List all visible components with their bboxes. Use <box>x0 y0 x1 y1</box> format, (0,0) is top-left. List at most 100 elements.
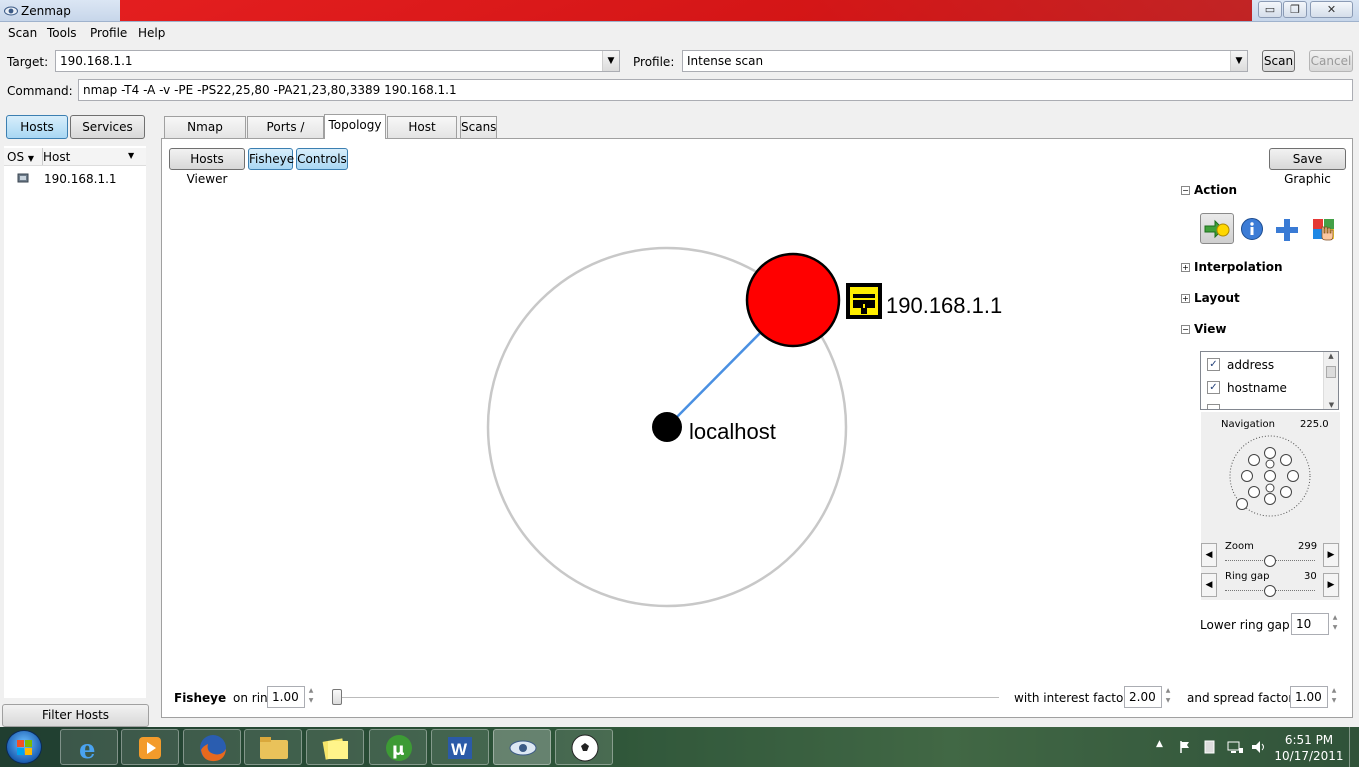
zoom-decrease-button[interactable]: ◀ <box>1201 543 1217 567</box>
action-expander[interactable]: − Action <box>1181 183 1237 197</box>
spin-arrows-icon[interactable]: ▲ ▼ <box>1330 613 1340 635</box>
view-options-list: ✓ address ✓ hostname ▲ ▼ <box>1200 351 1339 410</box>
fisheye-slider-handle[interactable] <box>332 689 342 705</box>
hosts-viewer-button[interactable]: Hosts Viewer <box>169 148 245 186</box>
info-icon[interactable] <box>1240 217 1264 241</box>
firefox-taskbar-button[interactable] <box>183 729 241 765</box>
nav-down-icon[interactable] <box>1264 493 1276 505</box>
cancel-button[interactable]: Cancel <box>1309 50 1353 72</box>
fisheye-slider-track[interactable] <box>336 697 999 698</box>
command-input[interactable]: nmap -T4 -A -v -PE -PS22,25,80 -PA21,23,… <box>78 79 1353 101</box>
menu-profile[interactable]: Profile <box>90 26 127 40</box>
nav-inner-up-icon[interactable] <box>1265 459 1275 469</box>
add-icon[interactable] <box>1274 217 1300 243</box>
nav-left-icon[interactable] <box>1241 470 1253 482</box>
ring-gap-slider-handle[interactable] <box>1264 585 1276 597</box>
hostname-option-label: hostname <box>1227 381 1287 395</box>
explorer-taskbar-button[interactable] <box>244 729 302 765</box>
nav-center-icon[interactable] <box>1264 470 1276 482</box>
media-player-taskbar-button[interactable] <box>121 729 179 765</box>
zoom-slider-handle[interactable] <box>1264 555 1276 567</box>
clock-time[interactable]: 6:51 PM <box>1274 733 1344 747</box>
maximize-button[interactable]: ❐ <box>1283 1 1307 18</box>
tab-scans[interactable]: Scans <box>460 116 497 138</box>
network-icon[interactable] <box>1226 739 1244 755</box>
utorrent-taskbar-button[interactable]: µ <box>369 729 427 765</box>
services-button[interactable]: Services <box>70 115 145 139</box>
scroll-up-icon[interactable]: ▲ <box>1324 352 1338 360</box>
profile-combo[interactable]: Intense scan ▼ <box>682 50 1248 72</box>
nav-up-left-icon[interactable] <box>1248 454 1260 466</box>
zenmap-taskbar-button[interactable] <box>493 729 551 765</box>
controls-button[interactable]: Controls <box>296 148 348 170</box>
volume-icon[interactable] <box>1250 739 1268 755</box>
column-os[interactable]: OS ▼ <box>7 150 34 164</box>
fisheye-button[interactable]: Fisheye <box>248 148 294 170</box>
view-expander[interactable]: − View <box>1181 322 1226 336</box>
hand-drag-icon[interactable] <box>1312 217 1336 241</box>
device-icon[interactable] <box>1202 739 1218 755</box>
sticky-notes-taskbar-button[interactable] <box>306 729 364 765</box>
minimize-button[interactable]: ▭ <box>1258 1 1282 18</box>
change-focus-button[interactable] <box>1200 213 1234 244</box>
chevron-down-icon[interactable]: ▼ <box>128 151 134 160</box>
tab-host-details[interactable]: Host Details <box>387 116 457 155</box>
filter-hosts-button[interactable]: Filter Hosts <box>2 704 149 727</box>
nav-inner-down-icon[interactable] <box>1265 483 1275 493</box>
hostname-checkbox[interactable]: ✓ <box>1207 381 1220 394</box>
spread-factor-input[interactable]: 1.00 <box>1290 686 1328 708</box>
action-center-flag-icon[interactable] <box>1178 740 1192 754</box>
chevron-down-icon[interactable]: ▼ <box>1230 51 1247 71</box>
show-desktop-button[interactable] <box>1349 727 1359 767</box>
tab-topology[interactable]: Topology <box>324 114 386 139</box>
menu-tools[interactable]: Tools <box>47 26 77 40</box>
nav-right-icon[interactable] <box>1287 470 1299 482</box>
interpolation-expander[interactable]: + Interpolation <box>1181 260 1282 274</box>
show-hidden-icons-icon[interactable]: ▲ <box>1156 739 1163 749</box>
close-button[interactable]: ✕ <box>1310 1 1353 18</box>
scroll-down-icon[interactable]: ▼ <box>1324 401 1338 409</box>
column-host[interactable]: Host <box>43 150 70 164</box>
layout-expander[interactable]: + Layout <box>1181 291 1240 305</box>
windows-logo-icon <box>17 740 32 755</box>
clock-date[interactable]: 10/17/2011 <box>1274 749 1344 763</box>
zoom-increase-button[interactable]: ▶ <box>1323 543 1339 567</box>
address-checkbox[interactable]: ✓ <box>1207 358 1220 371</box>
nav-angle-handle[interactable] <box>1236 498 1248 510</box>
nav-down-right-icon[interactable] <box>1280 486 1292 498</box>
start-button[interactable] <box>6 730 42 764</box>
nav-up-right-icon[interactable] <box>1280 454 1292 466</box>
spin-arrows-icon[interactable]: ▲ ▼ <box>1329 686 1339 708</box>
menu-help[interactable]: Help <box>138 26 165 40</box>
topology-graph[interactable]: 190.168.1.1 localhost <box>162 175 1172 675</box>
ring-gap-increase-button[interactable]: ▶ <box>1323 573 1339 597</box>
internet-explorer-taskbar-button[interactable]: e <box>60 729 118 765</box>
option-checkbox[interactable] <box>1207 404 1220 409</box>
list-item[interactable]: 190.168.1.1 <box>4 171 146 188</box>
save-graphic-button[interactable]: Save Graphic <box>1269 148 1346 186</box>
tab-nmap-output[interactable]: Nmap Output <box>164 116 246 155</box>
view-list-scrollbar[interactable]: ▲ ▼ <box>1323 352 1338 409</box>
localhost-node[interactable] <box>652 412 682 442</box>
target-label: Target: <box>7 55 49 69</box>
interest-factor-input[interactable]: 2.00 <box>1124 686 1162 708</box>
host-node[interactable] <box>745 252 841 348</box>
word-taskbar-button[interactable]: W <box>431 729 489 765</box>
ring-gap-decrease-button[interactable]: ◀ <box>1201 573 1217 597</box>
chevron-down-icon[interactable]: ▼ <box>602 51 619 71</box>
spin-arrows-icon[interactable]: ▲ ▼ <box>1163 686 1173 708</box>
lower-ring-gap-input[interactable]: 10 <box>1291 613 1329 635</box>
nav-up-icon[interactable] <box>1264 447 1276 459</box>
hosts-button[interactable]: Hosts <box>6 115 68 139</box>
tab-ports-hosts[interactable]: Ports / Hosts <box>247 116 324 155</box>
ring-input[interactable]: 1.00 <box>267 686 305 708</box>
game-taskbar-button[interactable] <box>555 729 613 765</box>
nav-down-left-icon[interactable] <box>1248 486 1260 498</box>
navigation-compass[interactable] <box>1225 434 1315 524</box>
internet-explorer-icon: e <box>79 735 96 765</box>
scan-button[interactable]: Scan <box>1262 50 1295 72</box>
menu-scan[interactable]: Scan <box>8 26 37 40</box>
target-combo[interactable]: 190.168.1.1 ▼ <box>55 50 620 72</box>
spin-arrows-icon[interactable]: ▲ ▼ <box>306 686 316 708</box>
scrollbar-thumb[interactable] <box>1326 366 1336 378</box>
